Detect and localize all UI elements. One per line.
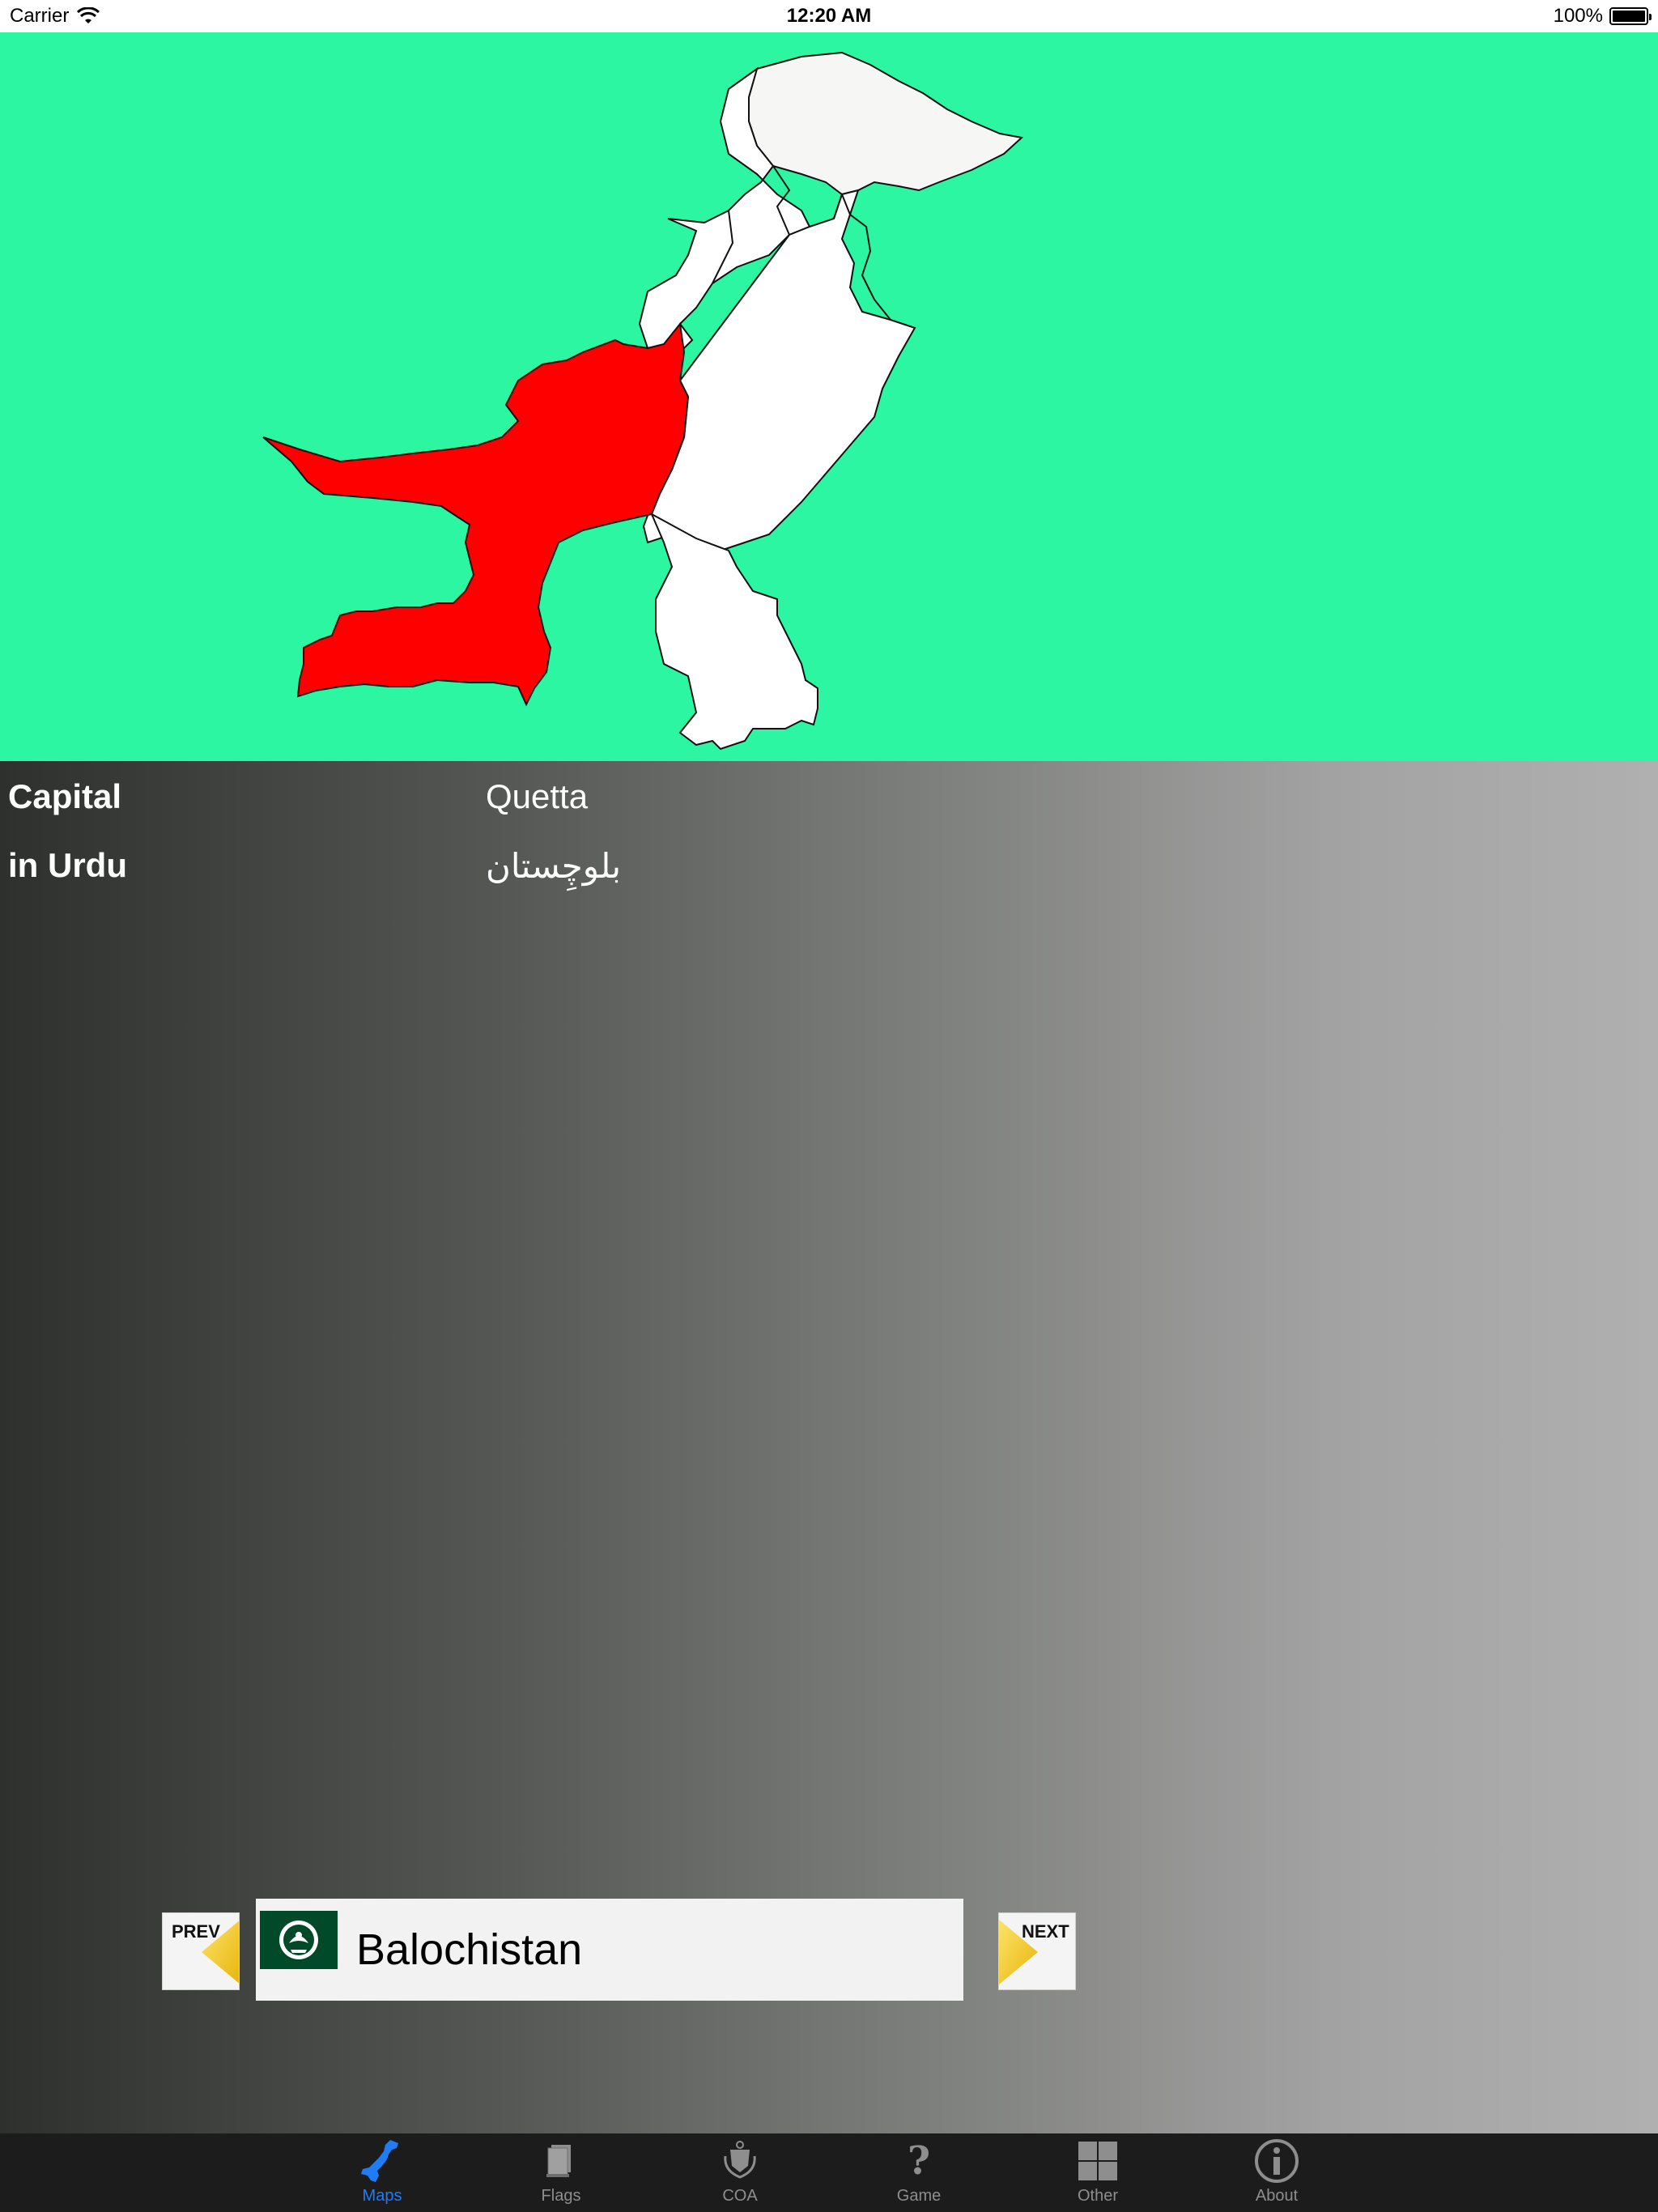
region-selector[interactable]: Balochistan	[256, 1899, 963, 2001]
region-balochistan[interactable]	[262, 321, 690, 707]
flag-book-icon	[546, 2145, 571, 2177]
battery-status: 100%	[1553, 5, 1652, 28]
urdu-label: in Urdu	[8, 846, 127, 884]
region-name: Balochistan	[356, 1925, 583, 1974]
urdu-value: بلوچِستان	[486, 846, 622, 886]
pakistan-map	[262, 51, 1024, 751]
tab-maps[interactable]: Maps	[317, 2133, 447, 2212]
tab-game[interactable]: ? Game	[854, 2133, 984, 2212]
battery-icon	[1609, 7, 1652, 25]
status-bar: Carrier 12:20 AM 100%	[0, 0, 1658, 32]
battery-percent: 100%	[1553, 5, 1603, 27]
capital-label: Capital	[8, 777, 122, 815]
region-sindh[interactable]	[649, 512, 818, 751]
region-gilgit-baltistan[interactable]	[748, 51, 1024, 196]
tab-flags-label: Flags	[541, 2187, 581, 2205]
urdu-row: in Urdu بلوچِستان	[0, 846, 1658, 903]
svg-text:?: ?	[908, 2138, 930, 2184]
question-icon: ?	[908, 2138, 930, 2184]
tab-about-label: About	[1255, 2187, 1299, 2205]
prev-label: PREV	[172, 1921, 220, 1942]
tab-flags[interactable]: Flags	[496, 2133, 626, 2212]
info-icon	[1255, 2139, 1299, 2183]
emblem-icon	[724, 2141, 756, 2179]
tab-other[interactable]: Other	[1033, 2133, 1163, 2212]
tab-about[interactable]: About	[1212, 2133, 1341, 2212]
tab-coa-label: COA	[722, 2187, 758, 2205]
capital-value: Quetta	[486, 777, 589, 815]
balochistan-flag-icon	[260, 1911, 338, 1969]
tab-other-label: Other	[1077, 2187, 1119, 2205]
pakistan-map-icon	[361, 2140, 398, 2182]
prev-button[interactable]: PREV	[162, 1912, 240, 1990]
clock: 12:20 AM	[786, 5, 872, 27]
tab-coa[interactable]: COA	[675, 2133, 805, 2212]
capital-row: Capital Quetta	[0, 777, 1658, 834]
next-button[interactable]: NEXT	[998, 1912, 1076, 1990]
tab-bar: Maps Flags COA ? Game Other About	[0, 2133, 1658, 2212]
map-panel	[0, 32, 1658, 761]
next-label: NEXT	[1022, 1921, 1069, 1942]
grid-icon	[1078, 2142, 1117, 2180]
tab-game-label: Game	[896, 2187, 942, 2205]
tab-maps-label: Maps	[362, 2187, 402, 2205]
